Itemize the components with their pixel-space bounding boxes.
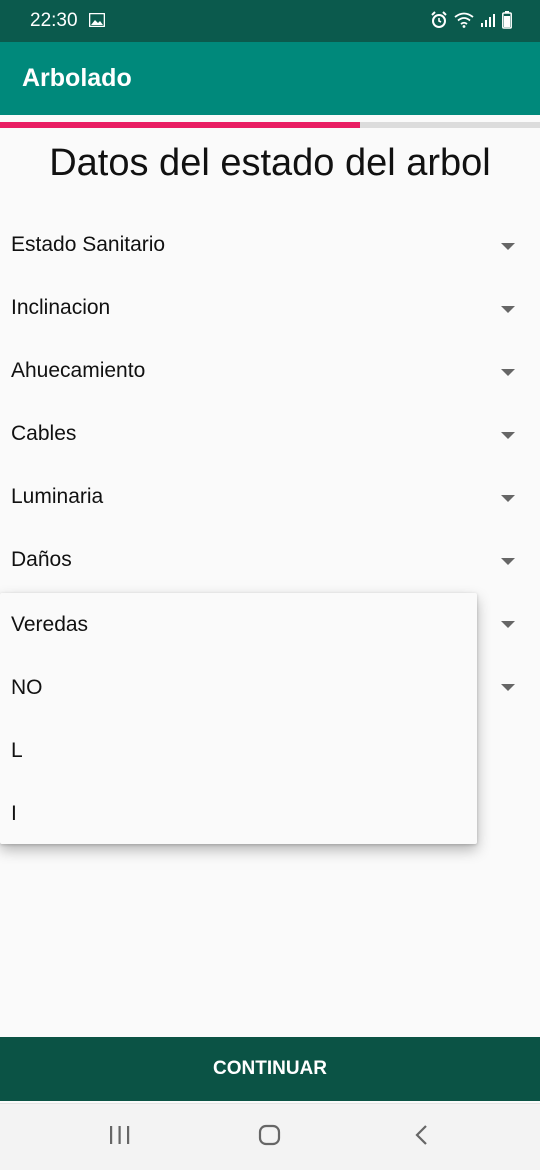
battery-icon	[502, 11, 512, 34]
dropdown-arrow-icon	[501, 369, 515, 376]
dropdown-item-label: I	[11, 802, 17, 825]
alarm-icon	[430, 11, 448, 34]
progress-bar	[0, 122, 540, 128]
image-icon	[88, 12, 106, 32]
field-label: Ahuecamiento	[11, 359, 146, 382]
field-label: Luminaria	[11, 485, 104, 508]
spinner-luminaria[interactable]: Luminaria	[0, 467, 540, 530]
progress-fill	[0, 122, 361, 128]
app-title: Arbolado	[22, 64, 132, 92]
continue-button[interactable]: CONTINUAR	[0, 1037, 540, 1101]
dropdown-item[interactable]: L	[0, 719, 477, 782]
dropdown-arrow-icon	[501, 432, 515, 439]
home-icon[interactable]	[258, 1124, 282, 1151]
app-bar: Arbolado	[0, 42, 540, 115]
dropdown-popup: Veredas NO L I	[0, 593, 477, 844]
wifi-icon	[454, 12, 474, 33]
field-label: Estado Sanitario	[11, 233, 166, 256]
field-label: Daños	[11, 548, 72, 571]
field-label: Cables	[11, 422, 77, 445]
dropdown-item-label: Veredas	[11, 613, 89, 636]
dropdown-item[interactable]: Veredas	[0, 593, 477, 656]
navigation-bar	[0, 1103, 540, 1170]
back-icon[interactable]	[412, 1124, 432, 1151]
spinner-danos[interactable]: Daños	[0, 530, 540, 593]
recents-icon[interactable]	[108, 1124, 132, 1151]
dropdown-item-label: NO	[11, 676, 43, 699]
dropdown-arrow-icon	[501, 558, 515, 565]
page-title: Datos del estado del arbol	[49, 142, 491, 184]
spinner-cables[interactable]: Cables	[0, 404, 540, 467]
spinner-ahuecamiento[interactable]: Ahuecamiento	[0, 341, 540, 404]
dropdown-item[interactable]: NO	[0, 656, 477, 719]
dropdown-item-label: L	[11, 739, 23, 762]
dropdown-arrow-icon	[501, 243, 515, 250]
status-bar: 22:30	[0, 0, 540, 42]
field-label: Inclinacion	[11, 296, 111, 319]
dropdown-arrow-icon	[501, 621, 515, 628]
dropdown-arrow-icon	[501, 495, 515, 502]
status-time: 22:30	[30, 10, 78, 31]
dropdown-arrow-icon	[501, 684, 515, 691]
spinner-inclinacion[interactable]: Inclinacion	[0, 278, 540, 341]
signal-icon	[480, 12, 496, 33]
dropdown-item[interactable]: I	[0, 782, 477, 845]
dropdown-arrow-icon	[501, 306, 515, 313]
spinner-estado-sanitario[interactable]: Estado Sanitario	[0, 215, 540, 278]
